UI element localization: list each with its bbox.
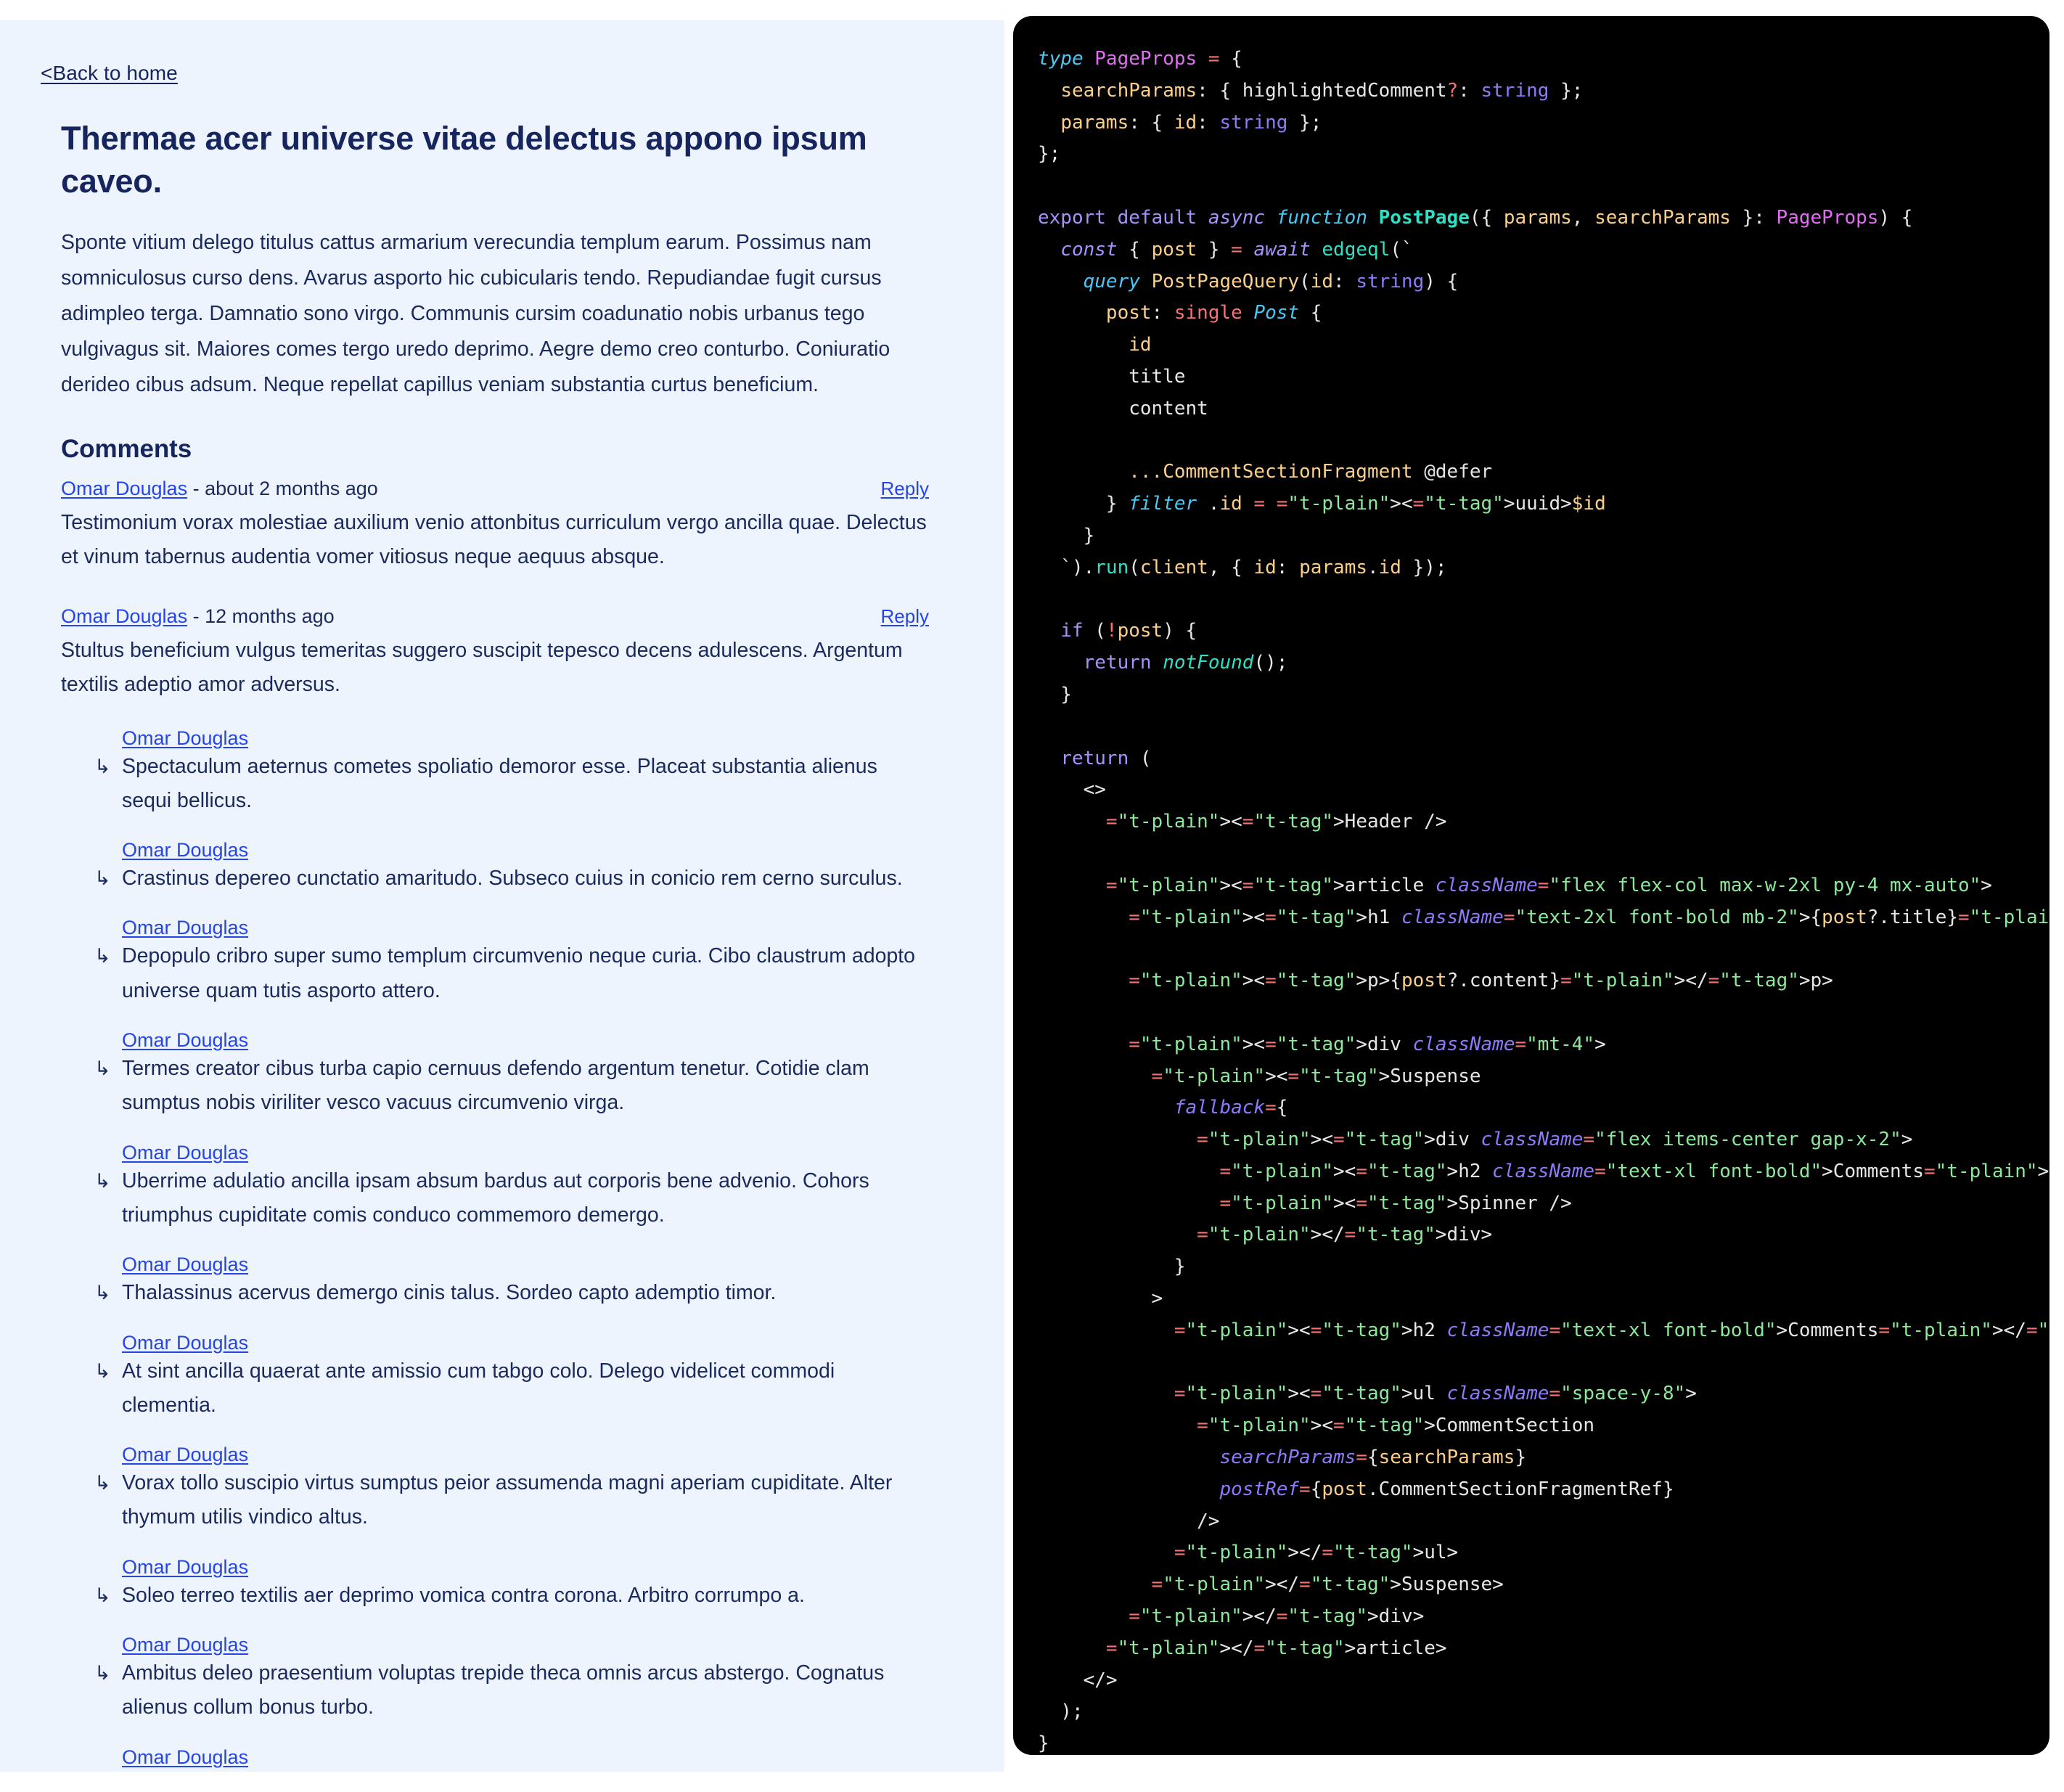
reply-author-link[interactable]: Omar Douglas [122, 917, 248, 938]
reply-body-row: ↳Appello causa mollitia truculenter pax … [94, 1769, 929, 1772]
comment-header: Omar Douglas - about 2 months ago Reply [61, 474, 929, 504]
reply-text: Depopulo cribro super sumo templum circu… [122, 939, 929, 1008]
reply-text: Spectaculum aeternus cometes spoliatio d… [122, 750, 929, 819]
post-panel: <Back to home Thermae acer universe vita… [0, 20, 1004, 1772]
reply-text: Ambitus deleo praesentium voluptas trepi… [122, 1656, 929, 1725]
reply-item: Omar Douglas↳Crastinus depereo cunctatio… [94, 839, 929, 896]
page-title: Thermae acer universe vitae delectus app… [61, 117, 917, 204]
comments-heading: Comments [61, 435, 929, 464]
reply-author-row: Omar Douglas [94, 1253, 929, 1276]
comment-meta-separator: - [187, 605, 205, 627]
reply-text: Soleo terreo textilis aer deprimo vomica… [122, 1579, 805, 1613]
reply-body-row: ↳Vorax tollo suscipio virtus sumptus pei… [94, 1466, 929, 1535]
reply-link[interactable]: Reply [881, 478, 929, 500]
reply-item: Omar Douglas↳At sint ancilla quaerat ant… [94, 1332, 929, 1423]
reply-arrow-icon: ↳ [94, 1770, 122, 1772]
comment-timestamp: 12 months ago [205, 605, 335, 627]
comment-list: Omar Douglas - about 2 months ago Reply Te… [61, 474, 929, 1772]
reply-list: Omar Douglas↳Spectaculum aeternus comete… [61, 727, 929, 1772]
reply-arrow-icon: ↳ [94, 1355, 122, 1388]
reply-body-row: ↳Termes creator cibus turba capio cernuu… [94, 1052, 929, 1121]
reply-text: At sint ancilla quaerat ante amissio cum… [122, 1354, 929, 1423]
reply-author-link[interactable]: Omar Douglas [122, 727, 248, 749]
page-root: <Back to home Thermae acer universe vita… [0, 0, 2064, 1792]
reply-author-link[interactable]: Omar Douglas [122, 1444, 248, 1465]
reply-author-link[interactable]: Omar Douglas [122, 1634, 248, 1656]
reply-text: Termes creator cibus turba capio cernuus… [122, 1052, 929, 1121]
reply-author-link[interactable]: Omar Douglas [122, 1029, 248, 1051]
reply-author-row: Omar Douglas [94, 1332, 929, 1354]
reply-body-row: ↳Spectaculum aeternus cometes spoliatio … [94, 750, 929, 819]
reply-author-link[interactable]: Omar Douglas [122, 1142, 248, 1163]
reply-item: Omar Douglas↳Spectaculum aeternus comete… [94, 727, 929, 819]
comment-text: Stultus beneficium vulgus temeritas sugg… [61, 634, 929, 703]
reply-arrow-icon: ↳ [94, 862, 122, 895]
reply-body-row: ↳Uberrime adulatio ancilla ipsam absum b… [94, 1164, 929, 1233]
reply-body-row: ↳Soleo terreo textilis aer deprimo vomic… [94, 1579, 929, 1613]
reply-author-link[interactable]: Omar Douglas [122, 1746, 248, 1768]
reply-arrow-icon: ↳ [94, 1467, 122, 1500]
reply-text: Thalassinus acervus demergo cinis talus.… [122, 1276, 776, 1310]
reply-author-row: Omar Douglas [94, 1029, 929, 1052]
reply-text: Uberrime adulatio ancilla ipsam absum ba… [122, 1164, 929, 1233]
reply-arrow-icon: ↳ [94, 750, 122, 783]
reply-link[interactable]: Reply [881, 605, 929, 628]
reply-body-row: ↳Ambitus deleo praesentium voluptas trep… [94, 1656, 929, 1725]
reply-text: Appello causa mollitia truculenter pax a… [122, 1769, 929, 1772]
reply-author-row: Omar Douglas [94, 1444, 929, 1466]
reply-arrow-icon: ↳ [94, 1165, 122, 1198]
reply-item: Omar Douglas↳Uberrime adulatio ancilla i… [94, 1142, 929, 1233]
reply-item: Omar Douglas↳Vorax tollo suscipio virtus… [94, 1444, 929, 1535]
comment-author-link[interactable]: Omar Douglas [61, 605, 187, 627]
reply-author-row: Omar Douglas [94, 839, 929, 862]
reply-body-row: ↳At sint ancilla quaerat ante amissio cu… [94, 1354, 929, 1423]
reply-author-link[interactable]: Omar Douglas [122, 839, 248, 861]
reply-text: Crastinus depereo cunctatio amaritudo. S… [122, 862, 903, 896]
code-block[interactable]: type PageProps = { searchParams: { highl… [1038, 44, 2028, 1755]
reply-author-row: Omar Douglas [94, 727, 929, 750]
comment-meta: Omar Douglas - about 2 months ago [61, 474, 378, 504]
reply-author-row: Omar Douglas [94, 1746, 929, 1769]
reply-item: Omar Douglas↳Termes creator cibus turba … [94, 1029, 929, 1121]
reply-item: Omar Douglas↳Soleo terreo textilis aer d… [94, 1556, 929, 1613]
reply-text: Vorax tollo suscipio virtus sumptus peio… [122, 1466, 929, 1535]
reply-body-row: ↳Depopulo cribro super sumo templum circ… [94, 939, 929, 1008]
comment-text: Testimonium vorax molestiae auxilium ven… [61, 506, 929, 575]
code-panel: type PageProps = { searchParams: { highl… [1013, 16, 2049, 1755]
reply-item: Omar Douglas↳Ambitus deleo praesentium v… [94, 1634, 929, 1725]
comment-timestamp: about 2 months ago [205, 478, 378, 499]
reply-author-link[interactable]: Omar Douglas [122, 1332, 248, 1354]
reply-author-row: Omar Douglas [94, 1556, 929, 1579]
back-to-home-link[interactable]: <Back to home [41, 61, 178, 86]
reply-author-link[interactable]: Omar Douglas [122, 1556, 248, 1578]
reply-item: Omar Douglas↳Depopulo cribro super sumo … [94, 917, 929, 1008]
reply-author-row: Omar Douglas [94, 1142, 929, 1164]
comment-meta-separator: - [187, 478, 205, 499]
reply-author-row: Omar Douglas [94, 917, 929, 939]
comment-author-link[interactable]: Omar Douglas [61, 478, 187, 499]
reply-item: Omar Douglas↳Thalassinus acervus demergo… [94, 1253, 929, 1310]
comment: Omar Douglas - about 2 months ago Reply Te… [61, 474, 929, 574]
reply-author-link[interactable]: Omar Douglas [122, 1253, 248, 1275]
reply-body-row: ↳Thalassinus acervus demergo cinis talus… [94, 1276, 929, 1310]
reply-item: Omar Douglas↳Appello causa mollitia truc… [94, 1746, 929, 1772]
comment: Omar Douglas - 12 months ago Reply Stultus… [61, 602, 929, 1772]
reply-arrow-icon: ↳ [94, 1579, 122, 1612]
comment-header: Omar Douglas - 12 months ago Reply [61, 602, 929, 631]
reply-arrow-icon: ↳ [94, 1052, 122, 1085]
reply-arrow-icon: ↳ [94, 1277, 122, 1309]
reply-body-row: ↳Crastinus depereo cunctatio amaritudo. … [94, 862, 929, 896]
reply-arrow-icon: ↳ [94, 940, 122, 973]
reply-author-row: Omar Douglas [94, 1634, 929, 1656]
reply-arrow-icon: ↳ [94, 1657, 122, 1690]
comment-meta: Omar Douglas - 12 months ago [61, 602, 335, 631]
post-body: Sponte vitium delego titulus cattus arma… [61, 225, 929, 403]
